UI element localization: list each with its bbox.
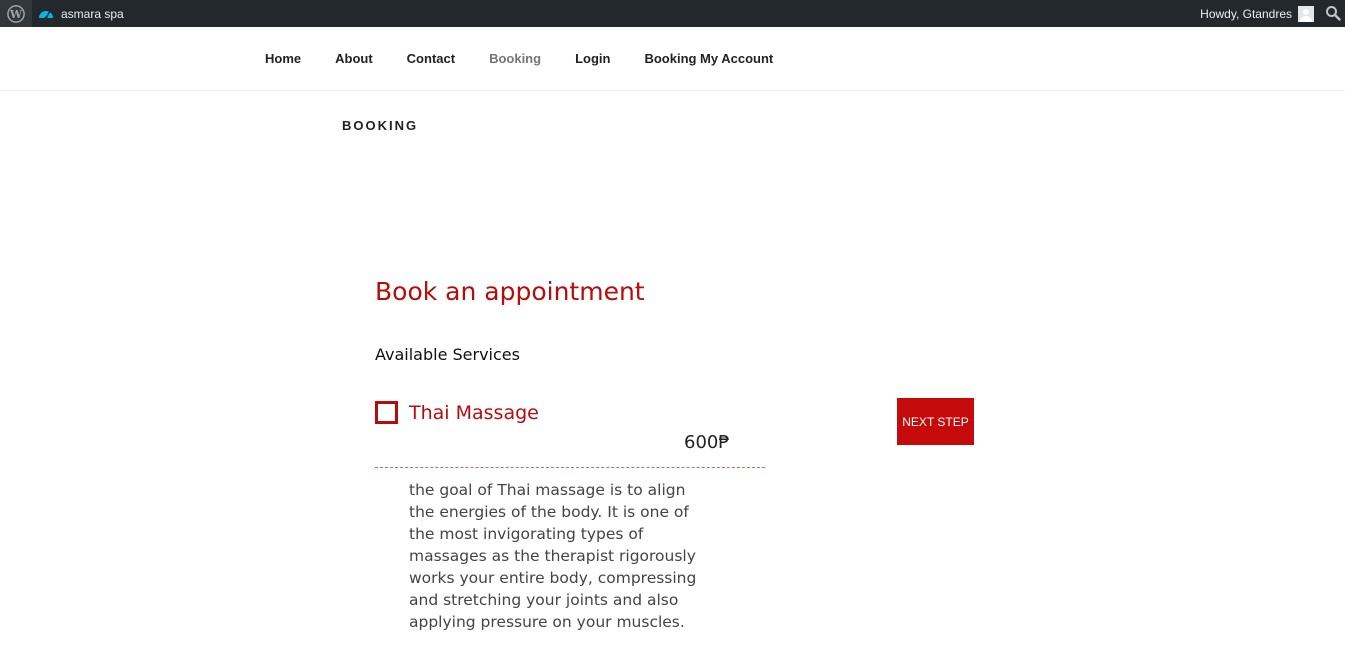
nav-item-about[interactable]: About xyxy=(318,51,390,66)
admin-bar: W asmara spa Howdy, Gtandres xyxy=(0,0,1345,27)
main-navigation: Home About Contact Booking Login Booking… xyxy=(0,27,1345,91)
service-description: the goal of Thai massage is to align the… xyxy=(409,481,697,631)
howdy-text: Howdy, Gtandres xyxy=(1200,6,1292,21)
service-checkbox-thai-massage[interactable] xyxy=(375,401,398,424)
nav-item-booking-my-account[interactable]: Booking My Account xyxy=(627,51,790,66)
service-divider xyxy=(375,467,765,468)
site-name-link[interactable]: asmara spa xyxy=(38,0,124,27)
nav-item-home[interactable]: Home xyxy=(248,51,318,66)
svg-text:W: W xyxy=(9,8,23,21)
search-icon[interactable] xyxy=(1325,5,1341,21)
next-step-button[interactable]: NEXT STEP xyxy=(897,398,974,445)
booking-heading: Book an appointment xyxy=(375,277,645,306)
account-menu[interactable]: Howdy, Gtandres xyxy=(1200,0,1314,27)
nav-item-booking[interactable]: Booking xyxy=(472,51,558,66)
site-name: asmara spa xyxy=(61,6,124,21)
page-title: BOOKING xyxy=(342,118,419,133)
service-price: 600₱ xyxy=(684,432,730,453)
nav-item-login[interactable]: Login xyxy=(558,51,627,66)
dashboard-gauge-icon xyxy=(39,10,53,19)
nav-menu: Home About Contact Booking Login Booking… xyxy=(248,27,790,90)
nav-item-contact[interactable]: Contact xyxy=(390,51,472,66)
wordpress-logo-icon[interactable]: W xyxy=(0,0,32,27)
user-avatar-icon xyxy=(1298,5,1314,22)
service-name[interactable]: Thai Massage xyxy=(409,402,539,424)
available-services-label: Available Services xyxy=(375,345,520,364)
